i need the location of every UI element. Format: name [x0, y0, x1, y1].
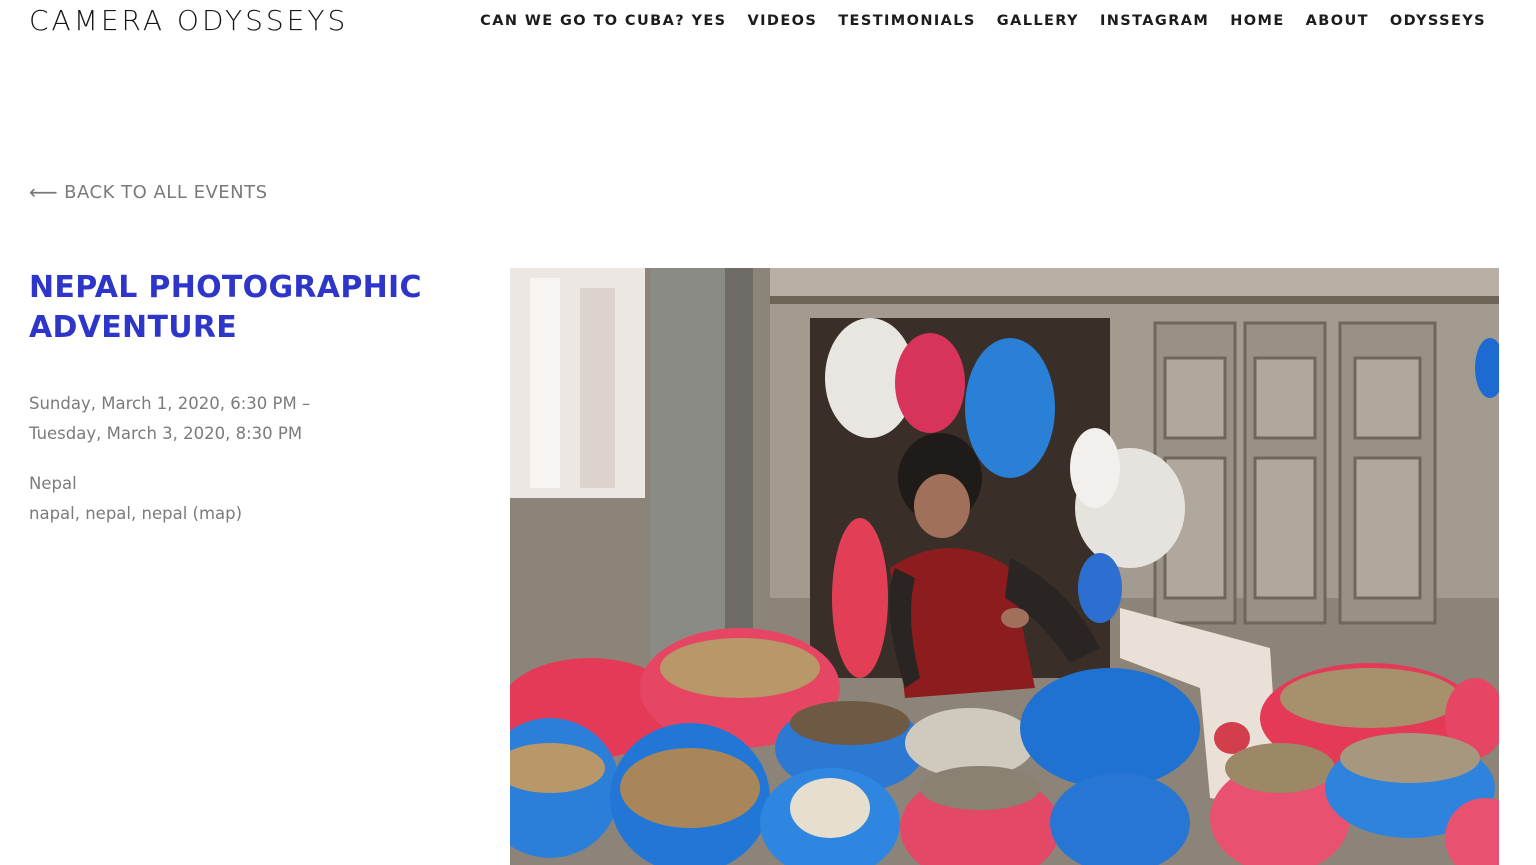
nav-gallery[interactable]: GALLERY	[997, 13, 1079, 29]
nav-about[interactable]: ABOUT	[1306, 13, 1369, 29]
main-nav: CAN WE GO TO CUBA? YES VIDEOS TESTIMONIALS…	[480, 13, 1486, 29]
map-link[interactable]: (map)	[193, 504, 243, 523]
nav-cuba[interactable]: CAN WE GO TO CUBA? YES	[480, 13, 726, 29]
back-to-events-link[interactable]: ⟵ BACK TO ALL EVENTS	[29, 180, 268, 204]
event-photo	[510, 268, 1499, 865]
market-stall-illustration	[510, 268, 1499, 865]
nav-odysseys[interactable]: ODYSSEYS	[1390, 13, 1486, 29]
event-location: Nepal napal, nepal, nepal (map)	[29, 469, 242, 529]
event-date: Sunday, March 1, 2020, 6:30 PM – Tuesday…	[29, 389, 310, 449]
nav-videos[interactable]: VIDEOS	[748, 13, 818, 29]
event-date-end: Tuesday, March 3, 2020, 8:30 PM	[29, 424, 303, 443]
event-address-text: napal, nepal, nepal	[29, 504, 188, 523]
back-link-label: BACK TO ALL EVENTS	[64, 181, 268, 203]
event-date-start: Sunday, March 1, 2020, 6:30 PM –	[29, 394, 311, 413]
nav-testimonials[interactable]: TESTIMONIALS	[838, 13, 976, 29]
site-title[interactable]: CAMERA ODYSSEYS	[29, 4, 348, 37]
back-arrow-icon: ⟵	[29, 180, 59, 204]
event-location-name: Nepal	[29, 474, 77, 493]
nav-instagram[interactable]: INSTAGRAM	[1100, 13, 1209, 29]
nav-home[interactable]: HOME	[1230, 13, 1284, 29]
event-title: NEPAL PHOTOGRAPHIC ADVENTURE	[29, 270, 422, 345]
event-address: napal, nepal, nepal (map)	[29, 499, 242, 529]
